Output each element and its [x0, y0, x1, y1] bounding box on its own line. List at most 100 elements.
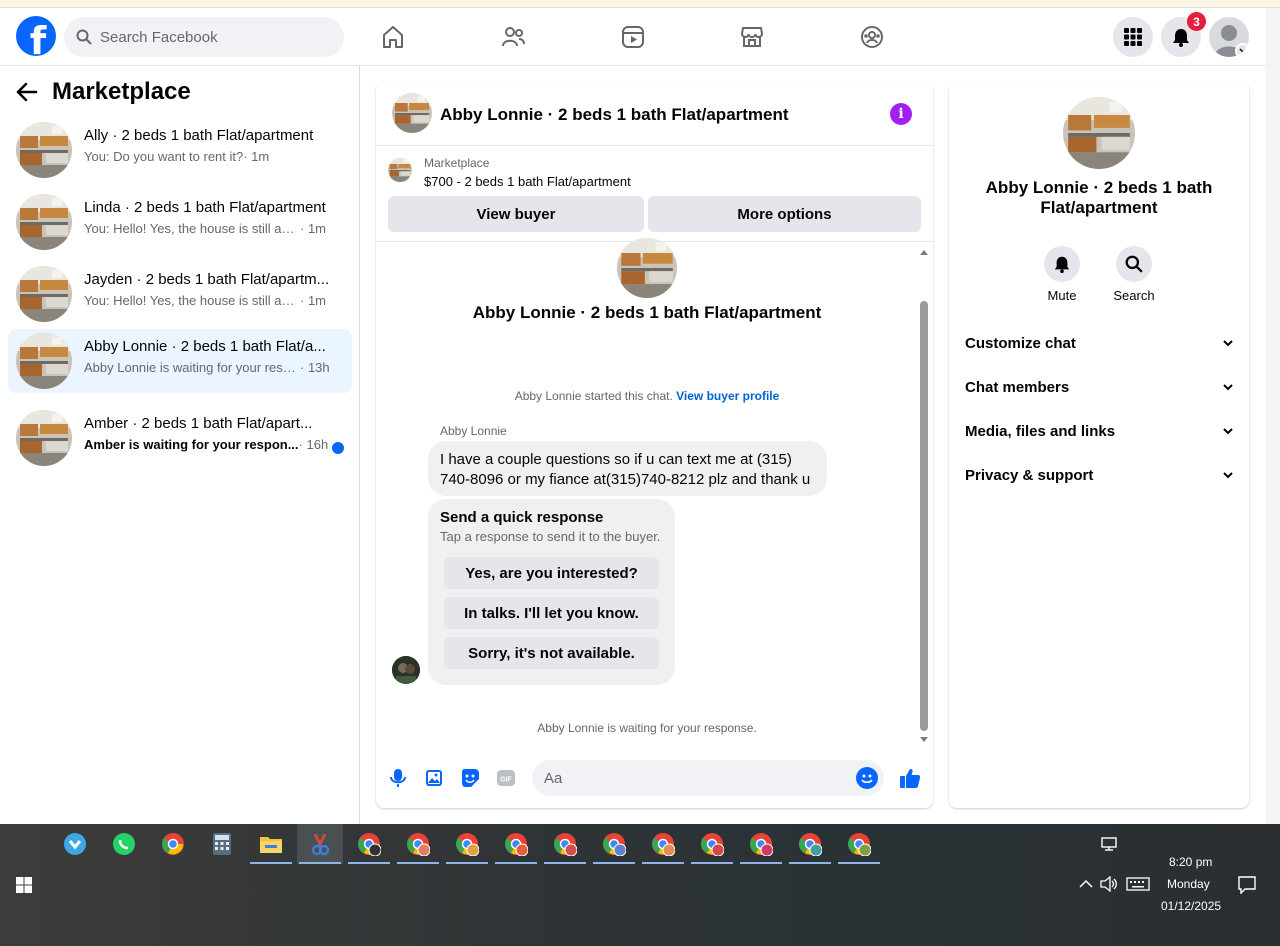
view-buyer-button[interactable]: View buyer [388, 196, 644, 232]
chat-members-row[interactable]: Chat members [965, 367, 1233, 407]
quick-response-subtitle: Tap a response to send it to the buyer. [440, 529, 661, 544]
network-icon[interactable] [1101, 837, 1119, 851]
calculator-icon[interactable] [199, 824, 245, 864]
conversation-preview: You: Hello! Yes, the house is still avai… [84, 221, 300, 236]
chat-started-line: Abby Lonnie started this chat. View buye… [376, 389, 918, 403]
conversation-preview: Amber is waiting for your respon... [84, 437, 299, 452]
whatsapp-icon[interactable] [101, 824, 147, 864]
chat-avatar[interactable] [392, 93, 432, 133]
conversation-time: · 13h [300, 360, 330, 375]
chevron-down-icon [1223, 383, 1233, 390]
conversation-item[interactable]: Ally · 2 beds 1 bath Flat/apartment You:… [8, 118, 352, 182]
back-arrow-icon[interactable] [16, 82, 38, 102]
chat-scrollbar[interactable] [916, 246, 933, 744]
bell-icon [1173, 29, 1189, 47]
app-icon[interactable] [52, 824, 98, 864]
photo-icon[interactable] [422, 766, 446, 790]
chrome-profile-icon[interactable] [591, 824, 637, 864]
chat-title[interactable]: Abby Lonnie · 2 beds 1 bath Flat/apartme… [440, 105, 789, 125]
search-box[interactable] [64, 17, 344, 57]
mute-button[interactable]: Mute [1032, 246, 1092, 303]
privacy-support-row[interactable]: Privacy & support [965, 455, 1233, 495]
clock-day[interactable]: Monday [1167, 877, 1210, 891]
account-avatar[interactable] [1209, 17, 1249, 57]
snipping-tool-icon[interactable] [297, 824, 343, 864]
quick-reply-button[interactable]: In talks. I'll let you know. [444, 597, 659, 629]
chrome-profile-icon[interactable] [640, 824, 686, 864]
marketplace-header: Marketplace [16, 78, 191, 106]
thumbs-up-icon[interactable] [898, 766, 922, 790]
clock-date[interactable]: 01/12/2025 [1161, 899, 1221, 913]
windows-taskbar: 8:20 pm Monday 01/12/2025 [0, 824, 1280, 946]
microphone-icon[interactable] [386, 766, 410, 790]
chrome-profile-icon[interactable] [542, 824, 588, 864]
show-hidden-icons-icon[interactable] [1079, 879, 1093, 889]
listing-thumbnail [16, 194, 72, 250]
volume-icon[interactable] [1100, 876, 1118, 892]
chat-info-avatar [1063, 97, 1135, 169]
conversation-time: · 1m [300, 293, 326, 308]
quick-response-title: Send a quick response [440, 509, 604, 526]
sticker-icon[interactable] [458, 766, 482, 790]
message-bubble[interactable]: I have a couple questions so if u can te… [428, 441, 827, 496]
more-options-button[interactable]: More options [648, 196, 921, 232]
scrollbar-thumb[interactable] [920, 301, 928, 731]
search-icon [1125, 255, 1143, 273]
chat-intro-title: Abby Lonnie · 2 beds 1 bath Flat/apartme… [472, 303, 822, 322]
notifications-button[interactable]: 3 [1161, 12, 1206, 57]
action-center-icon[interactable] [1238, 876, 1256, 894]
video-icon[interactable] [618, 22, 648, 52]
conversation-item[interactable]: Jayden · 2 beds 1 bath Flat/apartm... Yo… [8, 262, 352, 326]
chevron-down-icon [1223, 427, 1233, 434]
waiting-text: Abby Lonnie is waiting for your response… [537, 721, 757, 735]
message-input[interactable] [544, 769, 844, 787]
chat-header: Abby Lonnie · 2 beds 1 bath Flat/apartme… [376, 82, 933, 146]
chrome-profile-icon[interactable] [493, 824, 539, 864]
emoji-icon[interactable] [856, 767, 878, 789]
facebook-logo[interactable]: f [16, 16, 56, 56]
notification-badge: 3 [1187, 12, 1206, 31]
windows-start-icon[interactable] [16, 877, 32, 893]
conversation-item[interactable]: Amber · 2 beds 1 bath Flat/apart... Ambe… [8, 406, 352, 470]
chrome-profile-icon[interactable] [689, 824, 735, 864]
chrome-profile-icon[interactable] [836, 824, 882, 864]
clock-time[interactable]: 8:20 pm [1169, 855, 1212, 869]
marketplace-icon[interactable] [737, 22, 767, 52]
chat-intro-avatar [617, 238, 677, 298]
conversation-item-active[interactable]: Abby Lonnie · 2 beds 1 bath Flat/a... Ab… [8, 329, 352, 393]
home-icon[interactable] [378, 22, 408, 52]
chrome-profile-icon[interactable] [787, 824, 833, 864]
conversation-title: Amber · 2 beds 1 bath Flat/apart... [84, 415, 313, 432]
page-scrollbar[interactable] [1266, 8, 1280, 824]
listing-thumbnail [16, 266, 72, 322]
conversation-title: Abby Lonnie · 2 beds 1 bath Flat/a... [84, 338, 326, 355]
file-explorer-icon[interactable] [248, 824, 294, 864]
chrome-profile-icon[interactable] [346, 824, 392, 864]
customize-chat-row[interactable]: Customize chat [965, 323, 1233, 363]
listing-text[interactable]: $700 - 2 beds 1 bath Flat/apartment [424, 174, 631, 189]
menu-grid-icon[interactable] [1113, 17, 1153, 57]
gif-icon[interactable]: GIF [494, 766, 518, 790]
browser-top-strip [0, 0, 1280, 8]
chrome-profile-icon[interactable] [395, 824, 441, 864]
sender-avatar [392, 656, 420, 684]
chevron-down-icon [1223, 339, 1233, 346]
conversation-item[interactable]: Linda · 2 beds 1 bath Flat/apartment You… [8, 190, 352, 254]
listing-banner: Marketplace $700 - 2 beds 1 bath Flat/ap… [376, 146, 933, 242]
quick-reply-button[interactable]: Yes, are you interested? [444, 557, 659, 589]
conversation-time: · 1m [300, 221, 326, 236]
keyboard-icon[interactable] [1126, 877, 1150, 891]
chrome-icon[interactable] [150, 824, 196, 864]
message-input-box[interactable] [532, 760, 884, 796]
info-icon[interactable]: i [890, 103, 912, 125]
search-input[interactable] [100, 28, 320, 46]
groups-icon[interactable] [857, 22, 887, 52]
chrome-profile-icon[interactable] [738, 824, 784, 864]
friends-icon[interactable] [498, 22, 528, 52]
view-buyer-profile-link[interactable]: View buyer profile [676, 389, 779, 403]
media-files-links-row[interactable]: Media, files and links [965, 411, 1233, 451]
search-conversation-button[interactable]: Search [1104, 246, 1164, 303]
quick-reply-button[interactable]: Sorry, it's not available. [444, 637, 659, 669]
conversation-title: Linda · 2 beds 1 bath Flat/apartment [84, 199, 326, 216]
chrome-profile-icon[interactable] [444, 824, 490, 864]
